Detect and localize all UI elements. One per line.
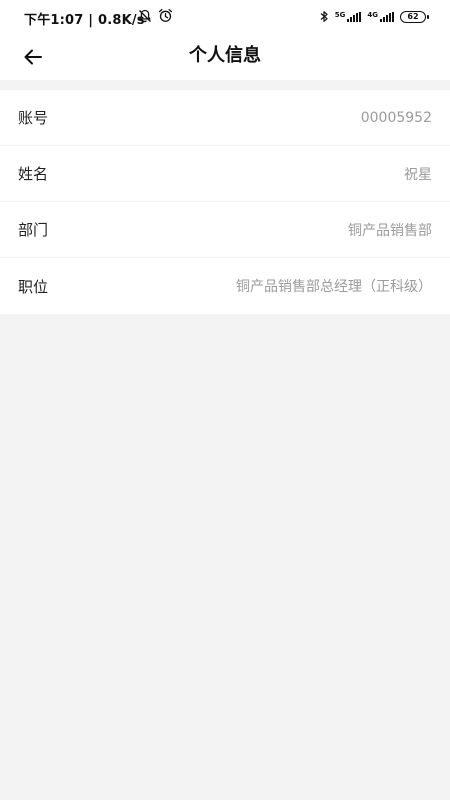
signal-4g-label: 4G [367,11,378,19]
row-value: 铜产品销售部 [348,222,432,239]
row-label: 职位 [18,277,49,296]
row-label: 部门 [18,221,49,239]
profile-row-account: 账号 00005952 [0,90,450,146]
profile-row-position: 职位 铜产品销售部总经理（正科级） [0,258,450,314]
signal-4g: 4G [367,12,394,22]
top-panel: 下午1:07 | 0.8K/s 5G 4G 62 个人信息 [0,0,450,80]
row-value: 00005952 [360,109,432,126]
signal-5g: 5G [335,12,362,22]
profile-card: 账号 00005952 姓名 祝星 部门 铜产品销售部 职位 铜产品销售部总经理… [0,90,450,314]
status-clock: 下午1:07 [24,13,84,28]
signal-5g-label: 5G [334,11,346,19]
row-label: 账号 [18,109,49,127]
profile-row-department: 部门 铜产品销售部 [0,202,450,258]
battery-level: 62 [407,12,419,21]
profile-row-name: 姓名 祝星 [0,146,450,202]
bluetooth-icon [319,8,329,27]
status-right-icons: 5G 4G 62 [319,8,429,27]
signal-icon [347,12,362,22]
row-value: 祝星 [404,166,432,183]
row-label: 姓名 [18,165,49,183]
battery-icon: 62 [400,11,429,23]
row-value: 铜产品销售部总经理（正科级） [236,279,432,295]
status-time: 下午1:07 | 0.8K/s [24,13,145,28]
nav-bar: 个人信息 [0,34,450,78]
page-title: 个人信息 [189,45,261,66]
mute-bell-icon [138,8,152,27]
status-left-icons [138,8,173,27]
signal-icon [380,12,394,22]
alarm-icon [158,8,173,27]
status-bar: 下午1:07 | 0.8K/s 5G 4G 62 [0,0,450,34]
